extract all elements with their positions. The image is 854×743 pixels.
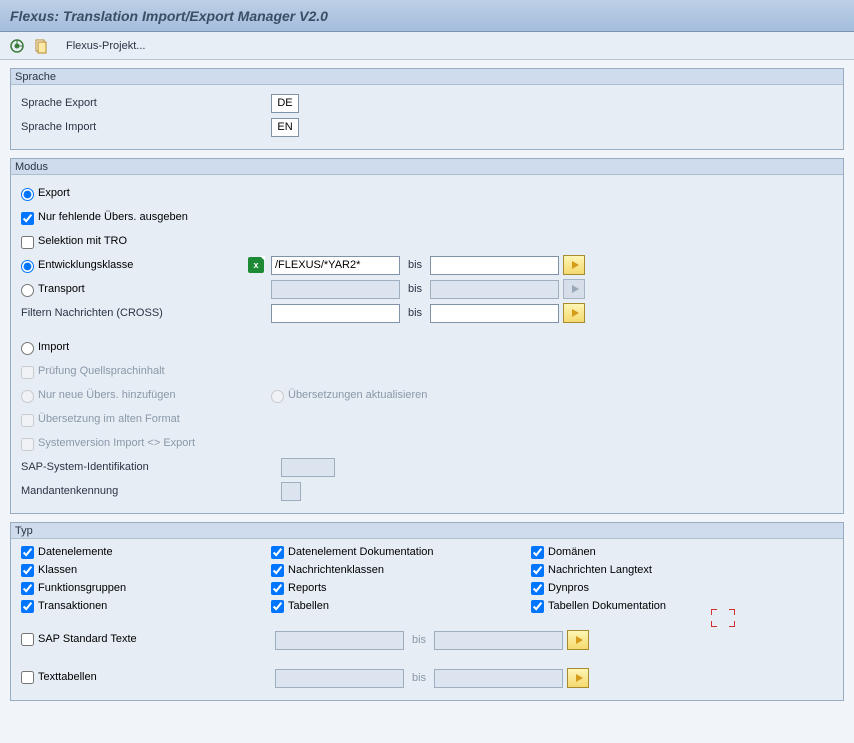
check-klassen[interactable]: Klassen: [21, 563, 271, 576]
label-bis-3: bis: [400, 307, 430, 319]
range-button-filter[interactable]: [563, 303, 585, 323]
check-reports[interactable]: Reports: [271, 581, 531, 594]
label-bis-5: bis: [404, 672, 434, 684]
radio-export[interactable]: Export: [21, 187, 70, 200]
input-sprache-import[interactable]: [271, 118, 299, 137]
range-button-txttab[interactable]: [567, 668, 589, 688]
group-title-sprache: Sprache: [11, 69, 843, 85]
range-button-transport: [563, 279, 585, 299]
xlsx-icon: x: [247, 257, 265, 273]
input-filter-low[interactable]: [271, 304, 400, 323]
check-sel-tro[interactable]: Selektion mit TRO: [21, 235, 127, 248]
input-devclass-high[interactable]: [430, 256, 559, 275]
radio-only-new: Nur neue Übers. hinzufügen: [21, 389, 271, 402]
input-transport-high: [430, 280, 559, 299]
label-bis-2: bis: [400, 283, 430, 295]
check-nachrichtenklassen[interactable]: Nachrichtenklassen: [271, 563, 531, 576]
label-bis-4: bis: [404, 634, 434, 646]
check-tabellen[interactable]: Tabellen: [271, 599, 531, 612]
group-title-typ: Typ: [11, 523, 843, 539]
input-sap-sys-id: [281, 458, 335, 477]
check-transaktionen[interactable]: Transaktionen: [21, 599, 271, 612]
check-dynpros[interactable]: Dynpros: [531, 581, 791, 594]
check-old-format: Übersetzung im alten Format: [21, 413, 180, 426]
range-button-sapstd[interactable]: [567, 630, 589, 650]
label-bis-1: bis: [400, 259, 430, 271]
focus-indicator: [711, 609, 735, 627]
radio-import[interactable]: Import: [21, 341, 69, 354]
page-body: Sprache Sprache Export Sprache Import Mo…: [0, 60, 854, 717]
check-sysver: Systemversion Import <> Export: [21, 437, 195, 450]
radio-devclass[interactable]: Entwicklungsklasse: [21, 259, 247, 272]
check-sap-std-texte[interactable]: SAP Standard Texte: [21, 632, 137, 645]
execute-icon[interactable]: [8, 37, 26, 55]
check-tabellen-doku[interactable]: Tabellen Dokumentation: [531, 599, 791, 612]
label-sap-sys-id: SAP-System-Identifikation: [21, 461, 281, 473]
check-pruefung-src: Prüfung Quellsprachinhalt: [21, 365, 165, 378]
check-domaenen[interactable]: Domänen: [531, 545, 791, 558]
group-modus: Modus Export Nur fehlende Übers. ausgebe…: [10, 158, 844, 514]
input-txttab-high: [434, 669, 563, 688]
label-sprache-export: Sprache Export: [21, 97, 231, 109]
input-mandant: [281, 482, 301, 501]
radio-upd-trans: Übersetzungen aktualisieren: [271, 389, 427, 402]
check-datenelement-doku[interactable]: Datenelement Dokumentation: [271, 545, 531, 558]
check-datenelemente[interactable]: Datenelemente: [21, 545, 271, 558]
variant-icon[interactable]: [32, 37, 50, 55]
input-txttab-low: [275, 669, 404, 688]
group-sprache: Sprache Sprache Export Sprache Import: [10, 68, 844, 150]
group-typ: Typ Datenelemente Datenelement Dokumenta…: [10, 522, 844, 701]
input-filter-high[interactable]: [430, 304, 559, 323]
input-sapstd-high: [434, 631, 563, 650]
toolbar: Flexus-Projekt...: [0, 32, 854, 60]
app-title: Flexus: Translation Import/Export Manage…: [10, 8, 328, 24]
input-sapstd-low: [275, 631, 404, 650]
check-only-missing[interactable]: Nur fehlende Übers. ausgeben: [21, 211, 188, 224]
label-mandant: Mandantenkennung: [21, 485, 281, 497]
input-devclass-low[interactable]: [271, 256, 400, 275]
check-texttabellen[interactable]: Texttabellen: [21, 670, 97, 683]
label-sprache-import: Sprache Import: [21, 121, 231, 133]
label-filter-msg: Filtern Nachrichten (CROSS): [21, 307, 271, 319]
input-transport-low: [271, 280, 400, 299]
group-title-modus: Modus: [11, 159, 843, 175]
check-funktionsgruppen[interactable]: Funktionsgruppen: [21, 581, 271, 594]
check-nachrichten-langtext[interactable]: Nachrichten Langtext: [531, 563, 791, 576]
project-menu[interactable]: Flexus-Projekt...: [66, 40, 145, 52]
input-sprache-export[interactable]: [271, 94, 299, 113]
title-bar: Flexus: Translation Import/Export Manage…: [0, 0, 854, 32]
range-button-devclass[interactable]: [563, 255, 585, 275]
radio-transport[interactable]: Transport: [21, 283, 271, 296]
